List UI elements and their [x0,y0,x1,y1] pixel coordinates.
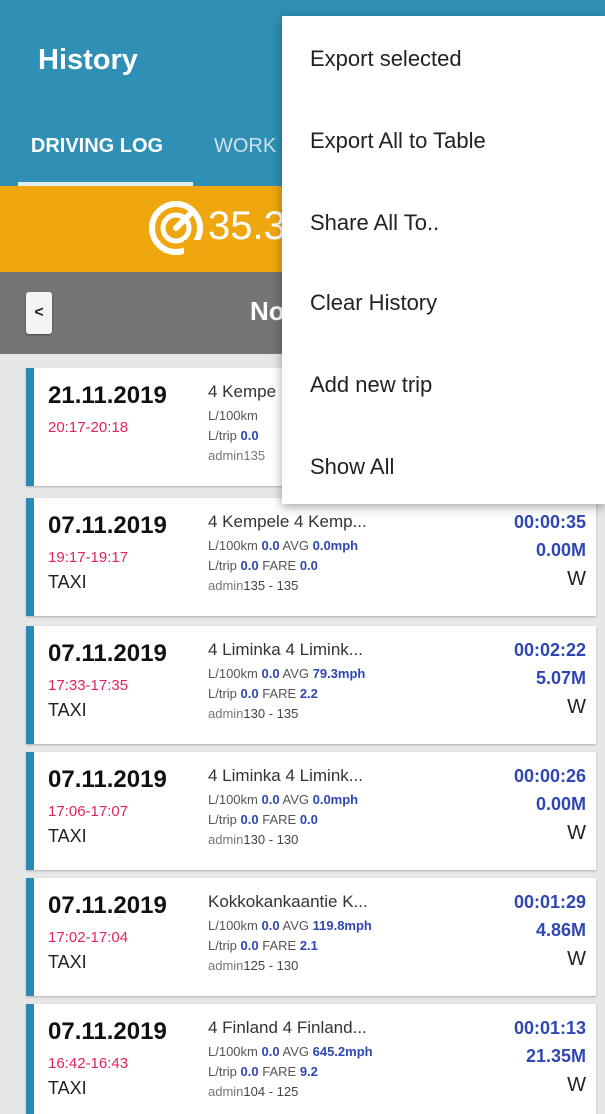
trip-time: 16:42-16:43 [48,1055,129,1072]
trip-odometer: admin125 - 130 [208,958,299,973]
trip-route: 4 Kempe [208,382,277,401]
trip-type: TAXI [48,1078,87,1098]
trip-date: 07.11.2019 [48,1018,167,1045]
trip-fuel: L/trip 0.0 FARE 0.0 [208,812,318,827]
trip-consumption: L/100km 0.0 AVG 119.8mph [208,918,372,933]
trip-consumption: L/100km 0.0 AVG 79.3mph [208,666,366,681]
trip-type: TAXI [48,572,87,592]
trip-odometer: admin130 - 135 [208,706,299,721]
trip-odometer: admin130 - 130 [208,832,299,847]
trip-duration: 00:00:26 [513,766,586,786]
trip-odometer: admin104 - 125 [208,1084,299,1099]
trip-date: 21.11.2019 [48,382,167,409]
speedometer-icon [149,201,204,256]
trip-fuel: L/trip 0.0 [208,428,259,443]
trip-time: 20:17-20:18 [48,419,129,436]
trip-direction: W [567,948,586,970]
menu-item-export-all-to-table[interactable]: Export All to Table [310,128,486,154]
trip-date: 07.11.2019 [48,766,167,793]
trip-duration: 00:01:13 [513,1018,586,1038]
trip-distance: 5.07M [535,668,586,688]
trip-direction: W [567,568,586,590]
speed-value: 35.3 [208,204,286,248]
trip-route: 4 Liminka 4 Limink... [208,766,363,785]
trip-route: 4 Kempele 4 Kemp... [208,512,367,531]
trip-route: 4 Liminka 4 Limink... [208,640,363,659]
trip-fuel: L/trip 0.0 FARE 2.2 [208,686,318,701]
page-title: History [38,44,138,76]
tab-driving-log[interactable]: DRIVING LOG [0,126,194,186]
trip-date: 07.11.2019 [48,892,167,919]
trip-duration: 00:02:22 [513,640,586,660]
trip-odometer: admin135 - 135 [208,578,299,593]
trip-fuel: L/trip 0.0 FARE 0.0 [208,558,318,573]
tab-work[interactable]: WORK [214,126,276,186]
trip-time: 17:02-17:04 [48,929,129,946]
trip-consumption: L/100km 0.0 AVG 645.2mph [208,1044,373,1059]
current-period-label: No [250,296,285,326]
trip-type: TAXI [48,826,87,846]
previous-button[interactable]: < [26,292,52,334]
trip-route: 4 Finland 4 Finland... [208,1018,367,1037]
trip-card[interactable]: 07.11.2019 16:42-16:43 TAXI 4 Finland 4 … [26,1004,596,1114]
trip-consumption: L/100km [208,408,258,423]
trip-type: TAXI [48,952,87,972]
trip-card[interactable]: 07.11.2019 19:17-19:17 TAXI 4 Kempele 4 … [26,498,596,616]
overflow-menu: Export selected Export All to Table Shar… [282,16,605,504]
trip-direction: W [567,1074,586,1096]
trip-fuel: L/trip 0.0 FARE 2.1 [208,938,318,953]
trip-time: 17:33-17:35 [48,677,129,694]
trip-card[interactable]: 07.11.2019 17:02-17:04 TAXI Kokkokankaan… [26,878,596,996]
menu-item-share-all[interactable]: Share All To.. [310,210,439,236]
trip-odometer: admin135 [208,448,266,463]
trip-route: Kokkokankaantie K... [208,892,368,911]
trip-distance: 0.00M [535,794,586,814]
trip-distance: 21.35M [525,1046,586,1066]
menu-item-clear-history[interactable]: Clear History [310,290,437,316]
trip-time: 17:06-17:07 [48,803,129,820]
trip-type: TAXI [48,700,87,720]
trip-date: 07.11.2019 [48,640,167,667]
trip-date: 07.11.2019 [48,512,167,539]
trip-duration: 00:00:35 [513,512,586,532]
trip-distance: 4.86M [535,920,586,940]
menu-item-add-new-trip[interactable]: Add new trip [310,372,432,398]
trip-distance: 0.00M [535,540,586,560]
trip-consumption: L/100km 0.0 AVG 0.0mph [208,792,359,807]
trip-direction: W [567,822,586,844]
trip-fuel: L/trip 0.0 FARE 9.2 [208,1064,318,1079]
trip-card[interactable]: 07.11.2019 17:33-17:35 TAXI 4 Liminka 4 … [26,626,596,744]
trip-duration: 00:01:29 [513,892,586,912]
menu-item-show-all[interactable]: Show All [310,454,394,480]
trip-direction: W [567,696,586,718]
trip-card[interactable]: 07.11.2019 17:06-17:07 TAXI 4 Liminka 4 … [26,752,596,870]
trip-consumption: L/100km 0.0 AVG 0.0mph [208,538,359,553]
menu-item-export-selected[interactable]: Export selected [310,46,462,72]
trip-time: 19:17-19:17 [48,549,129,566]
